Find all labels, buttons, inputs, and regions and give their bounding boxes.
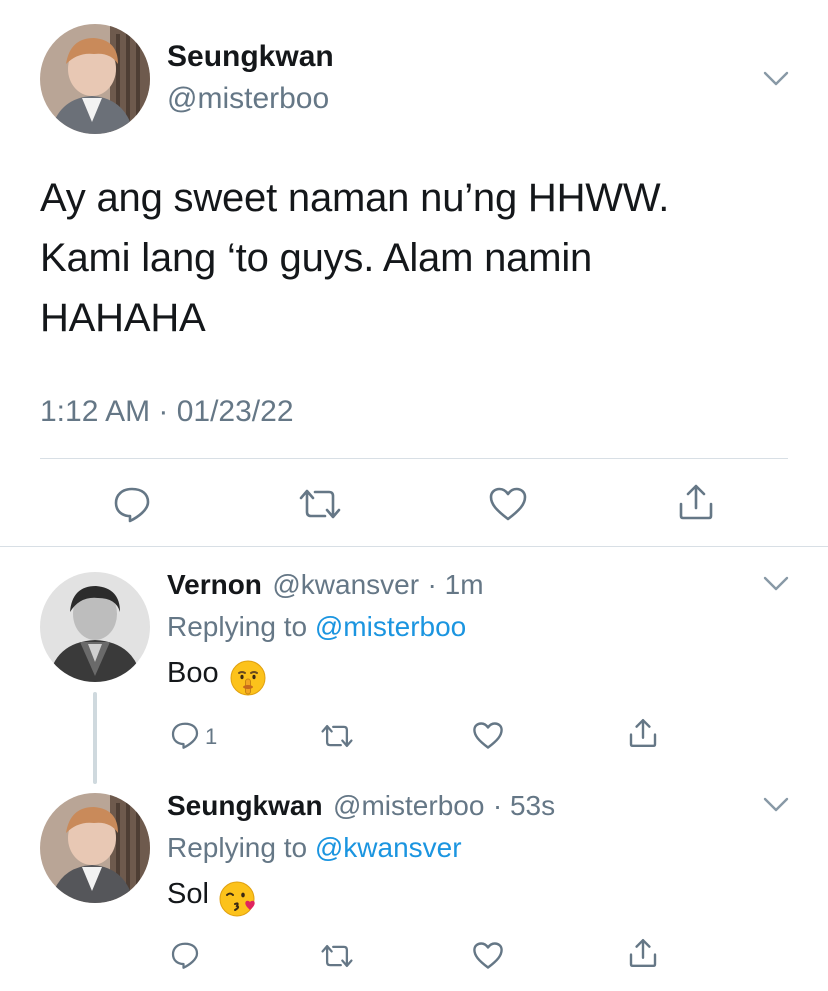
reply-text-content: Sol xyxy=(167,878,209,910)
share-icon[interactable] xyxy=(627,937,659,969)
replying-to: Replying to @misterboo xyxy=(167,611,466,643)
reply-author-handle[interactable]: @kwansver xyxy=(272,569,419,600)
reply-avatar[interactable] xyxy=(40,793,150,903)
like-icon[interactable] xyxy=(472,721,504,750)
thread-connector xyxy=(93,692,97,784)
divider xyxy=(0,546,828,547)
replying-to-mention[interactable]: @misterboo xyxy=(315,611,466,642)
face-blowing-kiss-emoji xyxy=(219,881,255,917)
tweet-text-line: Ay ang sweet naman nu’ng HHWW. xyxy=(40,176,670,220)
replying-to-label: Replying to xyxy=(167,611,308,642)
tweet-text-line: HAHAHA xyxy=(40,296,206,340)
retweet-icon[interactable] xyxy=(318,942,356,970)
tweet-text: Ay ang sweet naman nu’ng HHWW. Kami lang… xyxy=(40,168,800,348)
tweet-timestamp[interactable]: 1:12 AM · 01/23/22 xyxy=(40,395,294,429)
reply-icon[interactable] xyxy=(170,720,200,750)
reply-author-handle[interactable]: @misterboo xyxy=(333,790,484,821)
replying-to-mention[interactable]: @kwansver xyxy=(315,832,462,863)
share-icon[interactable] xyxy=(627,717,659,749)
reply-author-name[interactable]: Seungkwan xyxy=(167,790,323,821)
replying-to: Replying to @kwansver xyxy=(167,832,462,864)
like-icon[interactable] xyxy=(472,941,504,970)
reply-header: Seungkwan @misterboo · 53s xyxy=(167,790,555,822)
reply-text: Sol xyxy=(167,878,259,918)
retweet-icon[interactable] xyxy=(318,722,356,750)
chevron-down-icon[interactable] xyxy=(763,797,789,813)
retweet-icon[interactable] xyxy=(295,486,345,522)
reply-text-content: Boo xyxy=(167,657,219,689)
author-name[interactable]: Seungkwan xyxy=(167,40,334,74)
reply-time[interactable]: · 1m xyxy=(428,569,484,600)
reply-author-name[interactable]: Vernon xyxy=(167,569,262,600)
divider xyxy=(40,458,788,459)
reply-icon[interactable] xyxy=(112,484,152,524)
reply-count: 1 xyxy=(205,724,218,749)
reply-text: Boo xyxy=(167,657,267,697)
reply-icon[interactable] xyxy=(170,940,200,970)
chevron-down-icon[interactable] xyxy=(763,576,789,592)
replying-to-label: Replying to xyxy=(167,832,308,863)
author-avatar[interactable] xyxy=(40,24,150,134)
author-handle[interactable]: @misterboo xyxy=(167,82,329,116)
reply-avatar[interactable] xyxy=(40,572,150,682)
reply-header: Vernon @kwansver · 1m xyxy=(167,569,484,601)
like-icon[interactable] xyxy=(488,486,528,522)
chevron-down-icon[interactable] xyxy=(763,71,789,87)
shushing-face-emoji xyxy=(230,660,266,696)
reply-time[interactable]: · 53s xyxy=(493,790,555,821)
share-icon[interactable] xyxy=(676,482,716,522)
tweet-text-line: Kami lang ‘to guys. Alam namin xyxy=(40,236,593,280)
